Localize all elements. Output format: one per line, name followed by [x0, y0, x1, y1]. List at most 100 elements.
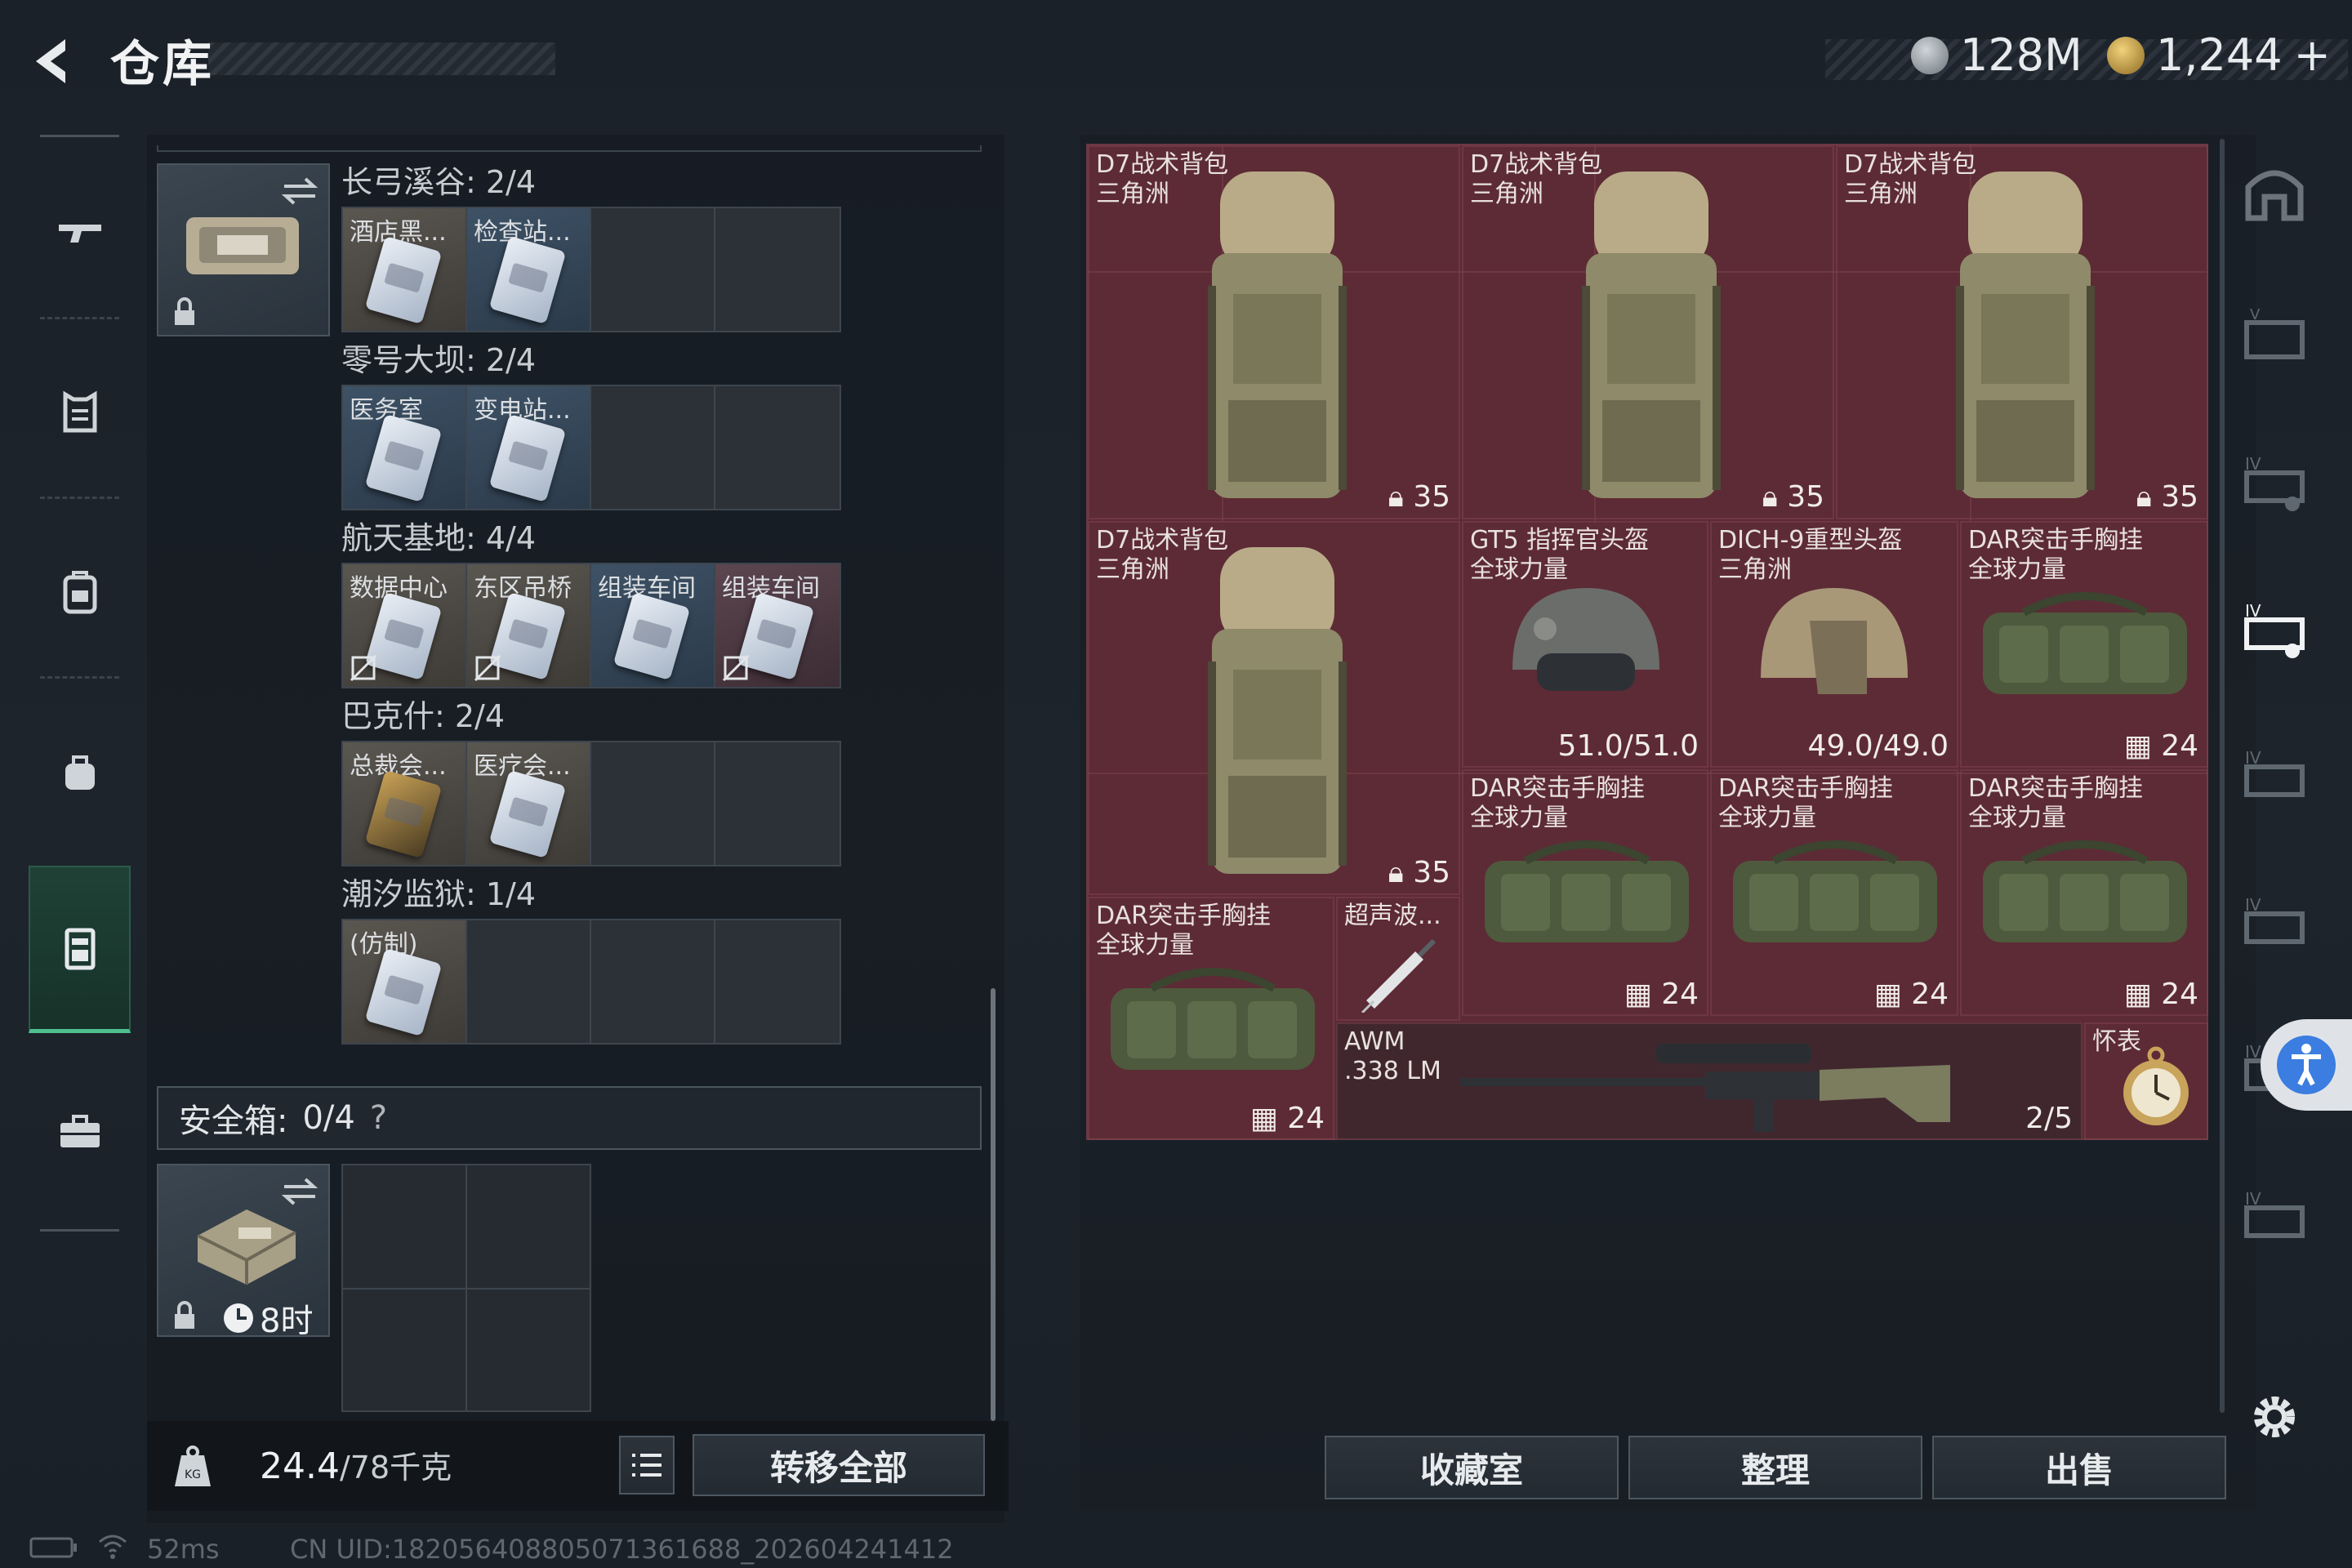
bag-icon [65, 755, 95, 790]
card-slot[interactable]: 东区吊桥 [467, 564, 591, 687]
weight-icon: KG [175, 1446, 211, 1486]
item-chest-rig[interactable]: DAR突击手胸挂 全球力量 ▦ 24 [1960, 521, 2208, 768]
accessibility-icon [2277, 1036, 2336, 1094]
card-slot[interactable]: 医务室 [343, 386, 467, 509]
keycard-image [364, 947, 443, 1037]
item-backpack[interactable]: D7战术背包 三角洲 🔒︎ 35 [1462, 145, 1834, 519]
capacity-value: 24 [2161, 729, 2198, 763]
accessibility-button[interactable] [2261, 1019, 2352, 1111]
card-case-container[interactable] [157, 163, 330, 336]
transfer-all-button[interactable]: 转移全部 [693, 1434, 985, 1496]
card-slot[interactable]: 数据中心 [343, 564, 467, 687]
safe-box-header: 安全箱: 0/4 ? [157, 1086, 982, 1150]
sell-button[interactable]: 出售 [1932, 1436, 2226, 1499]
warehouse-tier-icon: V [2244, 306, 2305, 359]
item-backpack[interactable]: D7战术背包 三角洲 🔒︎ 35 [1088, 145, 1460, 519]
nav-page-7[interactable]: IV [2221, 1168, 2328, 1274]
svg-text:IV: IV [2245, 748, 2261, 768]
ammo-count: 2/5 [2025, 1102, 2073, 1135]
nav-chest-rig[interactable] [29, 723, 131, 821]
nav-page-2[interactable]: IV [2221, 433, 2328, 539]
item-capacity: ▦ 24 [2123, 978, 2198, 1011]
left-scrollbar[interactable] [991, 988, 996, 1421]
card-slot[interactable]: (仿制) [343, 920, 467, 1043]
chest-rig-image [1983, 592, 2187, 694]
item-capacity: ▦ 24 [1624, 978, 1699, 1011]
nav-home[interactable] [2221, 139, 2328, 245]
nav-page-3[interactable]: IV [2221, 580, 2328, 686]
swap-icon[interactable] [281, 1175, 318, 1208]
chest-rig-image [1733, 840, 1937, 942]
lock-icon [175, 1301, 194, 1329]
card-group-space-base: 航天基地: 4/4 数据中心 东区吊桥 组装车间 组装车间 [341, 513, 841, 688]
card-slot[interactable]: 组装车间 [715, 564, 840, 687]
nav-page-5[interactable]: IV [2221, 874, 2328, 980]
item-pocket-watch[interactable]: 怀表 [2084, 1022, 2208, 1140]
empty-card-slot[interactable] [715, 386, 840, 509]
weapon-icon [58, 225, 101, 243]
helmet-image [1761, 588, 1908, 694]
settings-button[interactable] [2221, 1364, 2328, 1470]
pocket-watch-image [2123, 1046, 2189, 1125]
list-view-button[interactable] [619, 1436, 675, 1494]
back-button[interactable] [24, 33, 82, 90]
item-chest-rig[interactable]: DAR突击手胸挂 全球力量 ▦ 24 [1462, 769, 1708, 1016]
nav-page-1[interactable]: V [2221, 286, 2328, 392]
item-backpack[interactable]: D7战术背包 三角洲 🔒︎ 35 [1836, 145, 2208, 519]
swap-icon[interactable] [281, 175, 318, 207]
collection-room-button[interactable]: 收藏室 [1325, 1436, 1619, 1499]
gold-coin-icon [2107, 36, 2145, 74]
item-backpack[interactable]: D7战术背包 三角洲 🔒︎ 35 [1088, 521, 1460, 895]
item-name: DAR突击手胸挂 全球力量 [1718, 774, 1893, 832]
nav-toolbox[interactable] [29, 1082, 131, 1180]
item-syringe[interactable]: 超声波... [1336, 897, 1460, 1021]
weight-bar: KG 24.4/78千克 转移全部 [147, 1421, 1009, 1511]
nav-armor[interactable] [29, 363, 131, 461]
card-slot[interactable]: 医疗会... [467, 742, 591, 865]
item-chest-rig[interactable]: DAR突击手胸挂 全球力量 ▦ 24 [1960, 769, 2208, 1016]
nav-backpack[interactable] [29, 543, 131, 641]
empty-card-slot[interactable] [715, 742, 840, 865]
item-chest-rig[interactable]: DAR突击手胸挂 全球力量 ▦ 24 [1088, 897, 1334, 1140]
empty-card-slot[interactable] [591, 386, 715, 509]
empty-card-slot[interactable] [467, 920, 591, 1043]
safe-box-slots[interactable] [341, 1164, 591, 1412]
empty-card-slot[interactable] [591, 920, 715, 1043]
card-slot[interactable]: 酒店黑... [343, 208, 467, 331]
card-slot[interactable]: 检查站... [467, 208, 591, 331]
add-currency-button[interactable]: + [2294, 29, 2331, 81]
item-chest-rig[interactable]: DAR突击手胸挂 全球力量 ▦ 24 [1710, 769, 1958, 1016]
nav-weapon[interactable] [29, 184, 131, 282]
card-slot[interactable]: 总裁会... [343, 742, 467, 865]
empty-card-slot[interactable] [715, 208, 840, 331]
silver-coin-icon [1911, 36, 1949, 74]
safe-box-label: 安全箱: [179, 1102, 288, 1140]
safe-box-count: 0/4 [302, 1099, 355, 1137]
nav-page-4[interactable]: IV [2221, 727, 2328, 833]
nav-card-case[interactable] [29, 866, 131, 1033]
group-label: 航天基地: 4/4 [341, 520, 537, 556]
safe-box-container[interactable]: 8时 [157, 1164, 330, 1340]
item-rifle[interactable]: AWM .338 LM 2/5 [1336, 1022, 2082, 1140]
card-slot[interactable]: 变电站... [467, 386, 591, 509]
item-name: 超声波... [1344, 902, 1441, 930]
card-slot[interactable]: 组装车间 [591, 564, 715, 687]
keycard-image [488, 769, 567, 859]
help-button[interactable]: ? [370, 1099, 387, 1137]
item-name: DAR突击手胸挂 全球力量 [1096, 902, 1271, 960]
sort-button[interactable]: 整理 [1628, 1436, 1922, 1499]
empty-card-slot[interactable] [715, 920, 840, 1043]
keycard-image [364, 413, 443, 503]
empty-card-slot[interactable] [591, 742, 715, 865]
item-helmet[interactable]: DICH-9重型头盔 三角洲 49.0/49.0 [1710, 521, 1958, 768]
durability-value: 51.0/51.0 [1557, 729, 1699, 763]
item-helmet[interactable]: GT5 指挥官头盔 全球力量 51.0/51.0 [1462, 521, 1708, 768]
gold-currency[interactable]: 1,244 + [2107, 29, 2331, 81]
timer-text: 8时 [260, 1303, 314, 1340]
card-group-dam: 零号大坝: 2/4 医务室 变电站... [341, 335, 841, 510]
svg-text:IV: IV [2245, 1189, 2261, 1209]
empty-card-slot[interactable] [591, 208, 715, 331]
svg-text:IV: IV [2245, 895, 2261, 915]
chest-rig-image [1983, 840, 2187, 942]
svg-text:V: V [2250, 306, 2261, 323]
